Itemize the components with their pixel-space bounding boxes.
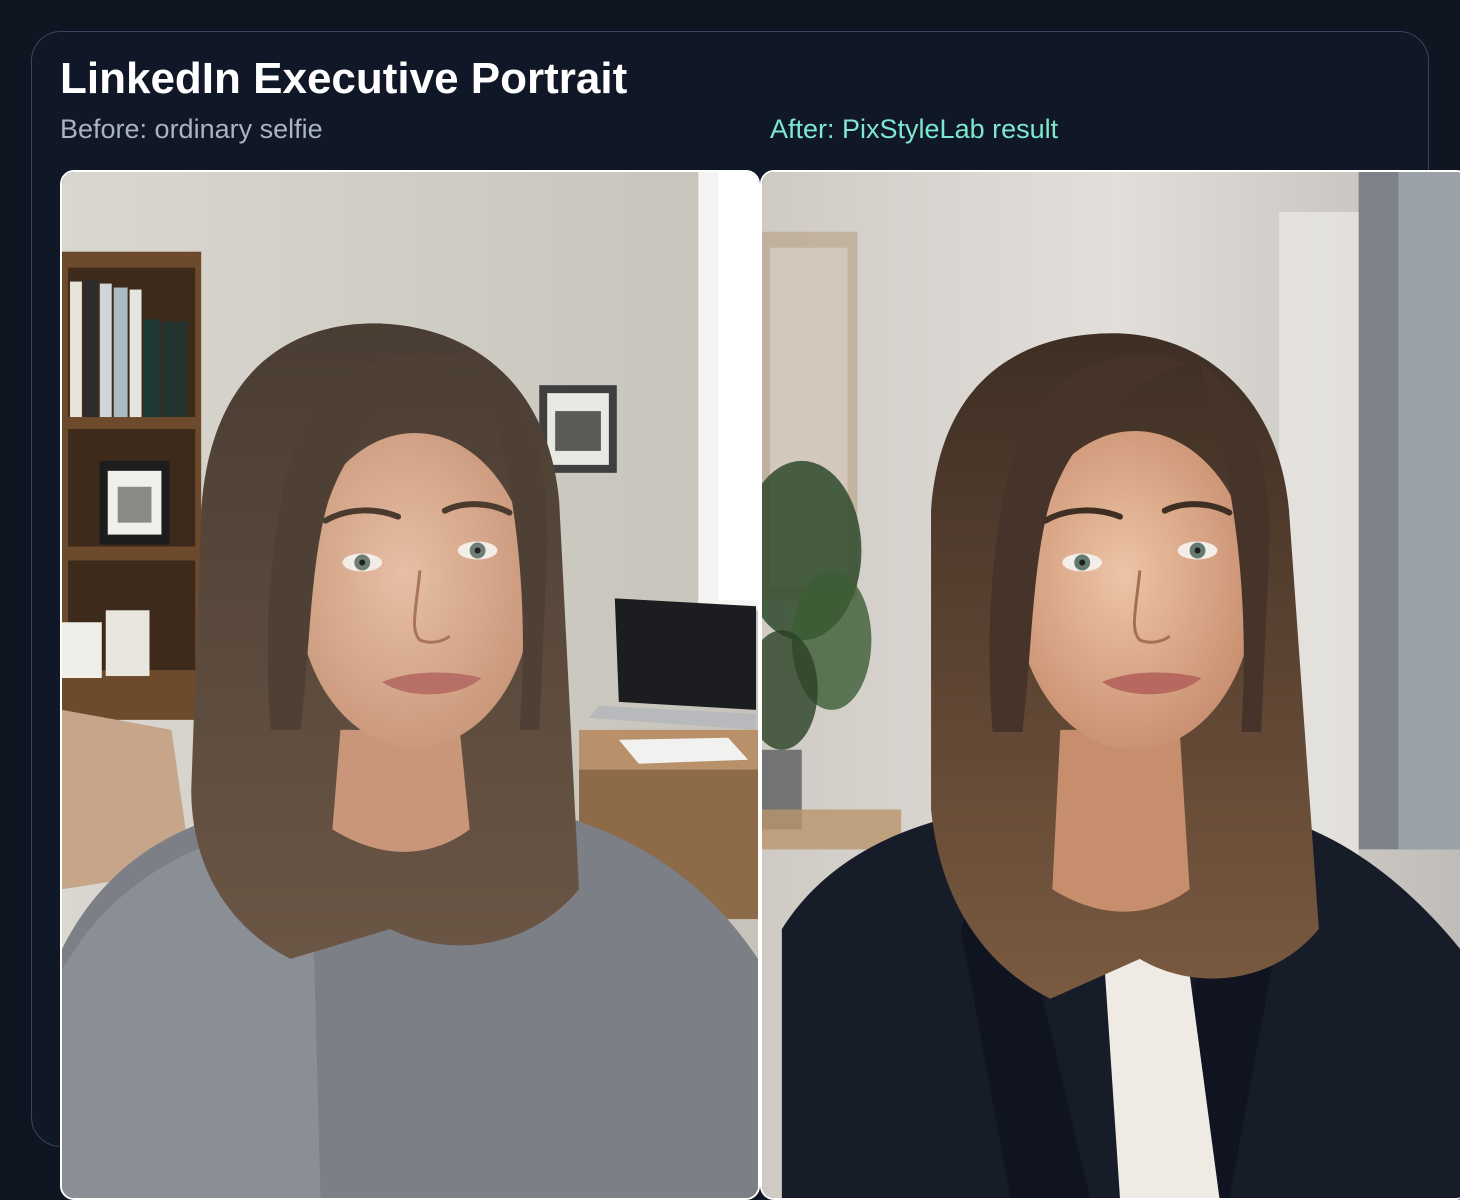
- before-label: Before: ordinary selfie: [60, 114, 323, 144]
- card-title: LinkedIn Executive Portrait: [60, 54, 628, 103]
- after-photo: [760, 170, 1460, 1200]
- after-label: After: PixStyleLab result: [770, 114, 1059, 144]
- before-photo: [60, 170, 760, 1200]
- before-photo-illustration: [62, 172, 758, 1198]
- after-photo-illustration: [762, 172, 1460, 1198]
